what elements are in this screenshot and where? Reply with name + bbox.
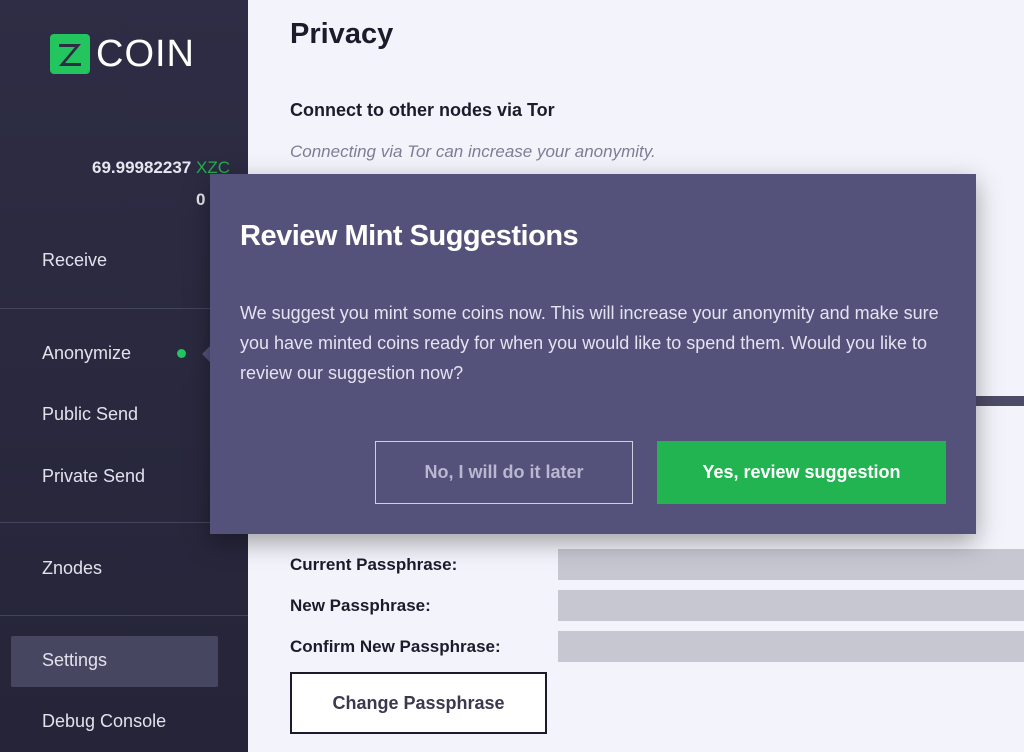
sidebar-item-znodes[interactable]: Znodes <box>42 558 102 579</box>
page-title: Privacy <box>290 18 394 50</box>
review-mint-dialog: Review Mint Suggestions We suggest you m… <box>210 174 976 534</box>
confirm-passphrase-label: Confirm New Passphrase: <box>290 637 501 656</box>
sidebar-item-receive[interactable]: Receive <box>42 250 107 271</box>
review-suggestion-button[interactable]: Yes, review suggestion <box>657 441 946 504</box>
current-passphrase-label: Current Passphrase: <box>290 555 458 574</box>
sidebar-item-anonymize[interactable]: Anonymize <box>42 343 131 364</box>
modal-body: We suggest you mint some coins now. This… <box>240 303 939 383</box>
logo-text: COIN <box>96 32 195 75</box>
do-it-later-button[interactable]: No, I will do it later <box>375 441 633 504</box>
new-passphrase-label: New Passphrase: <box>290 596 431 615</box>
modal-title: Review Mint Suggestions <box>240 220 579 252</box>
background-slider-track <box>976 396 1024 406</box>
zcoin-logo: COIN <box>48 32 195 76</box>
notification-dot <box>177 349 186 358</box>
sidebar-item-debug-console[interactable]: Debug Console <box>42 711 166 732</box>
change-passphrase-button[interactable]: Change Passphrase <box>290 672 547 734</box>
sidebar-item-private-send[interactable]: Private Send <box>42 466 145 487</box>
sidebar-divider <box>0 615 248 616</box>
balance-secondary: 0 <box>196 190 206 209</box>
sidebar-item-public-send[interactable]: Public Send <box>42 404 138 425</box>
modal-pointer <box>202 346 210 362</box>
confirm-passphrase-input[interactable] <box>558 631 1024 662</box>
new-passphrase-input[interactable] <box>558 590 1024 621</box>
current-passphrase-input[interactable] <box>558 549 1024 580</box>
sidebar-item-settings[interactable]: Settings <box>42 650 107 671</box>
tor-section-description: Connecting via Tor can increase your ano… <box>290 142 656 161</box>
zcoin-logo-icon <box>50 34 90 74</box>
balance-amount: 69.99982237 <box>91 158 192 177</box>
tor-section-title: Connect to other nodes via Tor <box>290 100 555 120</box>
